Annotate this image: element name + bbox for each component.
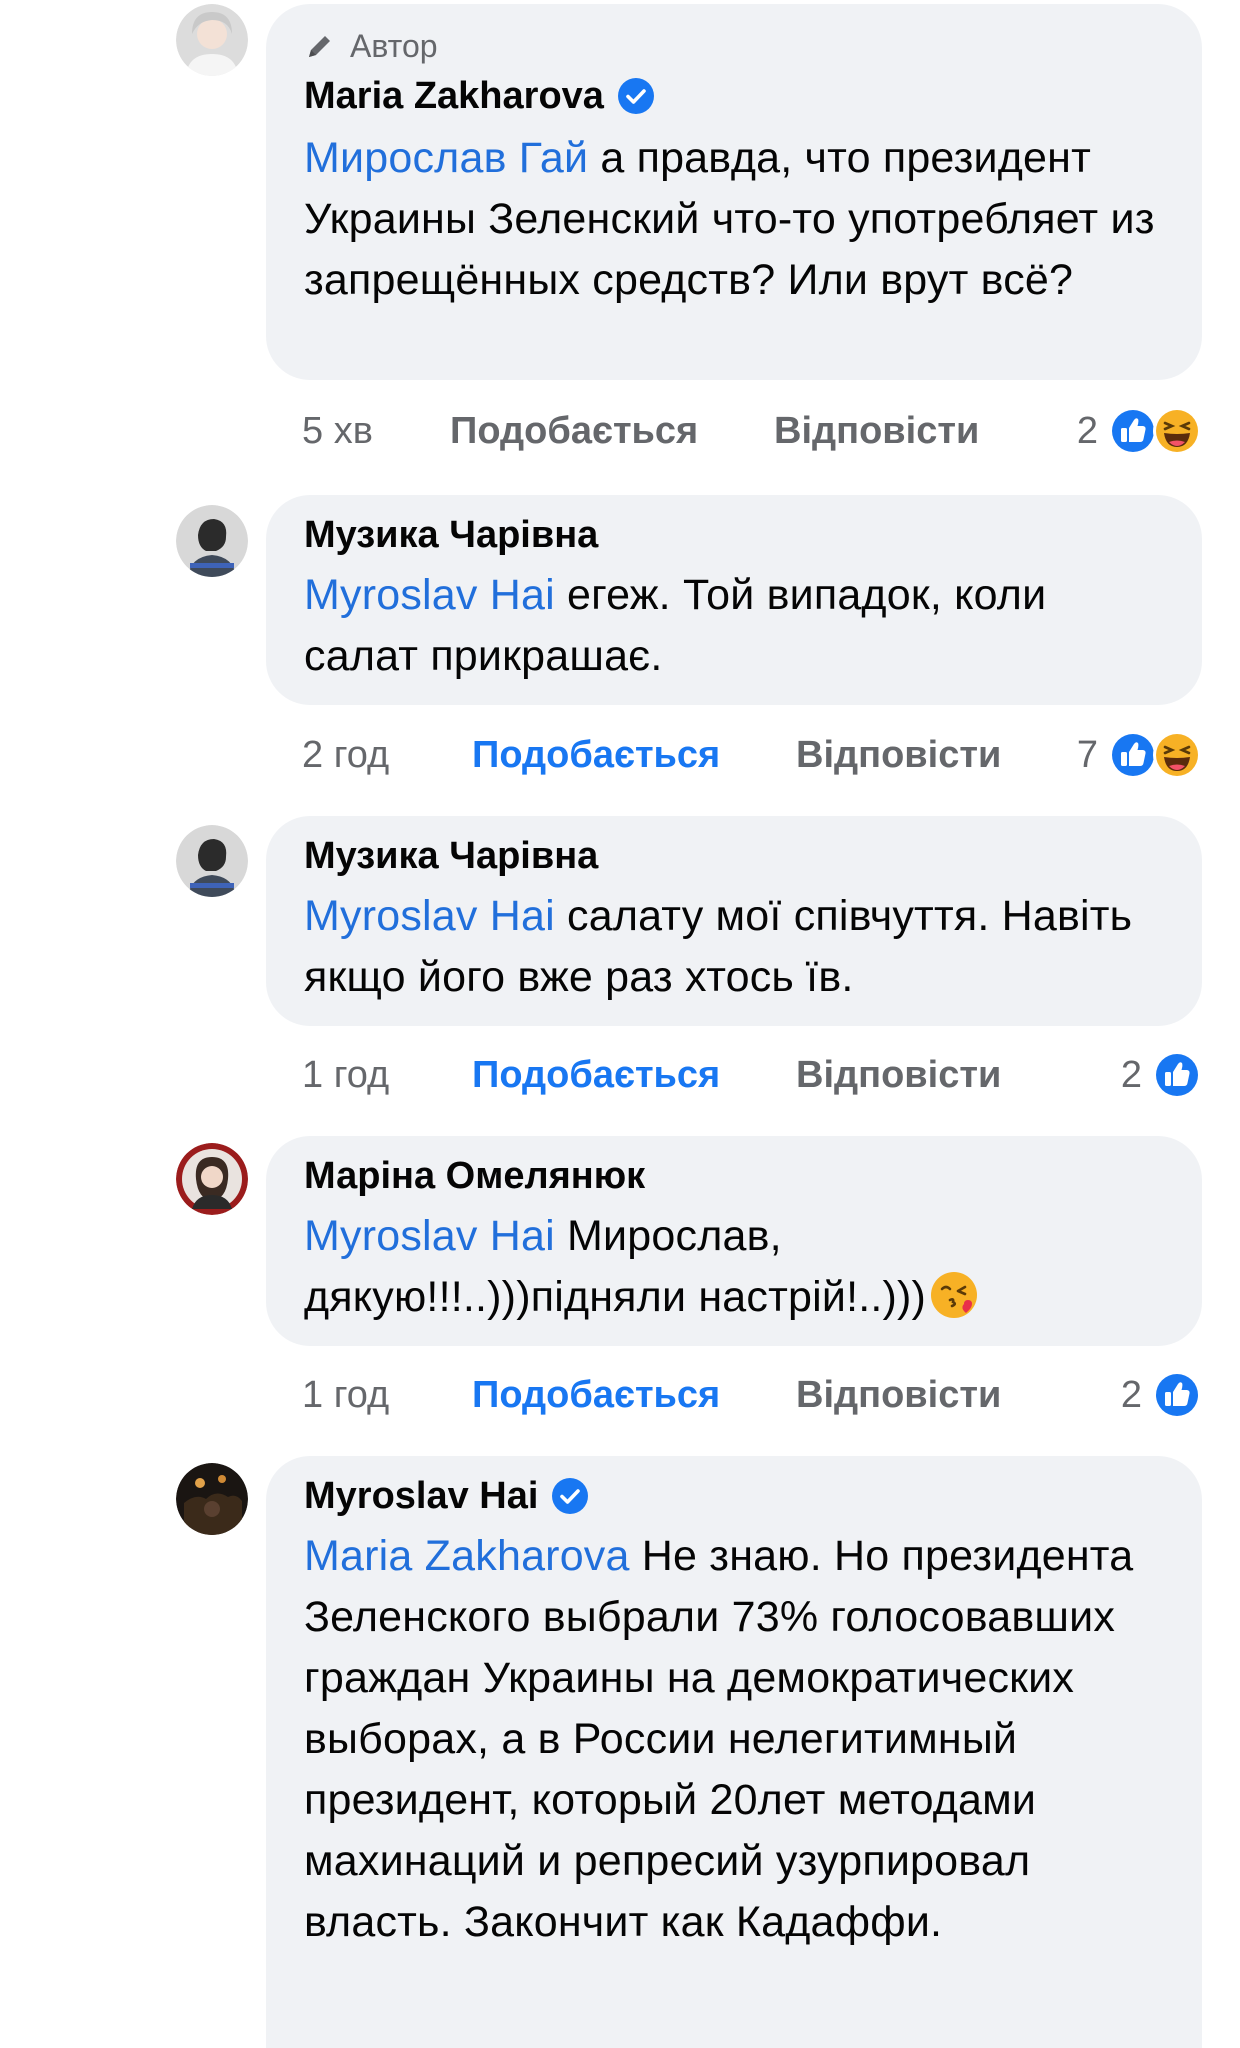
comment-bubble: Музика Чарівна Myroslav Hai салату мої с… — [266, 816, 1202, 1026]
comment-text: Maria Zakharova Не знаю. Но президента З… — [304, 1526, 1172, 1953]
commenter-name[interactable]: Музика Чарівна — [304, 513, 598, 557]
like-button[interactable]: Подобається — [472, 1370, 720, 1420]
reaction-count: 2 — [1120, 1054, 1142, 1096]
like-reaction-icon — [1109, 731, 1157, 779]
comment-actions: 1 год Подобається Відповісти 2 — [302, 1050, 1202, 1100]
comment-time[interactable]: 2 год — [302, 730, 389, 780]
commenter-name[interactable]: Maria Zakharova — [304, 74, 604, 118]
verified-icon — [552, 1478, 589, 1514]
mention-link[interactable]: Myroslav Hai — [304, 892, 555, 940]
reaction-count: 7 — [1076, 734, 1098, 776]
reaction-summary[interactable]: 2 — [1077, 406, 1202, 456]
haha-reaction-icon — [1152, 406, 1202, 456]
comment-time[interactable]: 1 год — [302, 1370, 389, 1420]
reaction-count: 2 — [1076, 410, 1098, 452]
author-badge: Автор — [304, 26, 438, 66]
comment-bubble: Myroslav Hai Maria Zakharova Не знаю. Но… — [266, 1456, 1202, 2048]
kissing-face-emoji — [931, 1272, 978, 1318]
like-button[interactable]: Подобається — [450, 406, 698, 456]
avatar[interactable] — [176, 1143, 248, 1215]
comment-bubble: Маріна Омелянюк Myroslav Hai Мирослав, д… — [266, 1136, 1202, 1346]
like-reaction-icon — [1153, 1051, 1201, 1099]
comment-time[interactable]: 5 хв — [302, 406, 373, 456]
commenter-name[interactable]: Myroslav Hai — [304, 1474, 538, 1518]
comment-text: Myroslav Hai Мирослав, дякую!!!..)))підн… — [304, 1206, 1172, 1328]
avatar[interactable] — [176, 4, 248, 76]
reply-button[interactable]: Відповісти — [796, 730, 1001, 780]
reply-button[interactable]: Відповісти — [796, 1050, 1001, 1100]
mention-link[interactable]: Myroslav Hai — [304, 1212, 555, 1260]
comment-text: Myroslav Hai егеж. Той випадок, коли сал… — [304, 565, 1172, 687]
like-reaction-icon — [1153, 1371, 1201, 1419]
haha-reaction-icon — [1152, 730, 1202, 780]
reaction-count: 2 — [1120, 1374, 1142, 1416]
reply-button[interactable]: Відповісти — [774, 406, 979, 456]
author-badge-label: Автор — [350, 28, 438, 64]
comment-actions: 1 год Подобається Відповісти 2 — [302, 1370, 1202, 1420]
comment-actions: 2 год Подобається Відповісти 7 — [302, 730, 1202, 780]
comment-bubble: Автор Maria Zakharova Мирослав Гай а пра… — [266, 4, 1202, 380]
mention-link[interactable]: Мирослав Гай — [304, 134, 588, 182]
avatar[interactable] — [176, 505, 248, 577]
mention-link[interactable]: Maria Zakharova — [304, 1532, 630, 1580]
comment-time[interactable]: 1 год — [302, 1050, 389, 1100]
pencil-icon — [309, 36, 330, 57]
avatar[interactable] — [176, 1463, 248, 1535]
comment-body: Не знаю. Но президента Зеленского выбрал… — [304, 1532, 1134, 1946]
avatar[interactable] — [176, 825, 248, 897]
reaction-summary[interactable]: 2 — [1121, 1050, 1202, 1100]
commenter-name[interactable]: Маріна Омелянюк — [304, 1154, 645, 1198]
reply-button[interactable]: Відповісти — [796, 1370, 1001, 1420]
comment-bubble: Музика Чарівна Myroslav Hai егеж. Той ви… — [266, 495, 1202, 705]
comment-actions: 5 хв Подобається Відповісти 2 — [302, 406, 1202, 456]
like-button[interactable]: Подобається — [472, 730, 720, 780]
verified-icon — [617, 78, 654, 114]
comment-text: Мирослав Гай а правда, что президент Укр… — [304, 128, 1172, 311]
reaction-summary[interactable]: 2 — [1121, 1370, 1202, 1420]
like-button[interactable]: Подобається — [472, 1050, 720, 1100]
comment-text: Myroslav Hai салату мої співчуття. Навіт… — [304, 886, 1172, 1008]
reaction-summary[interactable]: 7 — [1077, 730, 1202, 780]
mention-link[interactable]: Myroslav Hai — [304, 571, 555, 619]
commenter-name[interactable]: Музика Чарівна — [304, 834, 598, 878]
like-reaction-icon — [1109, 407, 1157, 455]
